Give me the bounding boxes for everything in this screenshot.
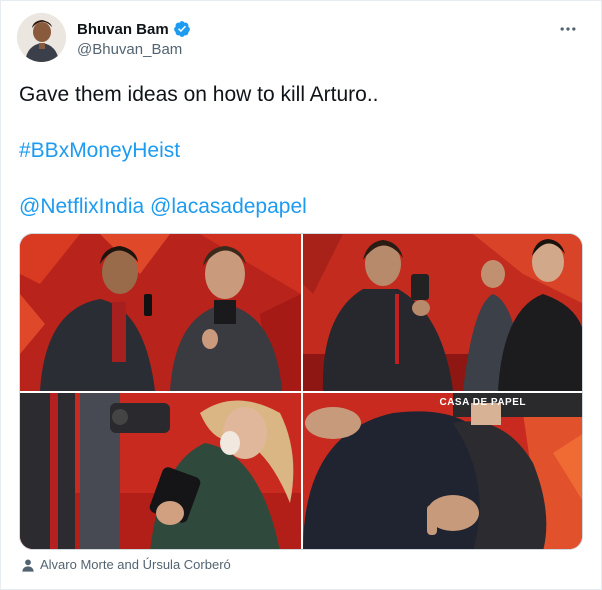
photo-2[interactable] xyxy=(303,234,582,391)
display-name-row: Bhuvan Bam xyxy=(77,19,191,39)
author-handle[interactable]: @Bhuvan_Bam xyxy=(77,41,191,58)
casa-de-papel-banner: CASA DE PAPEL xyxy=(439,397,526,408)
photo-3[interactable] xyxy=(20,393,301,549)
photo-1[interactable] xyxy=(20,234,301,391)
verified-badge-icon xyxy=(173,20,191,38)
avatar-photo xyxy=(17,13,66,62)
tweet-text: Gave them ideas on how to kill Arturo.. … xyxy=(19,81,579,221)
tweet-text-line: Gave them ideas on how to kill Arturo.. xyxy=(19,83,379,106)
more-horizontal-icon[interactable] xyxy=(557,19,579,39)
author-display-name[interactable]: Bhuvan Bam xyxy=(77,21,169,38)
hashtag-link[interactable]: #BBxMoneyHeist xyxy=(19,139,180,162)
mention-link-netflixindia[interactable]: @NetflixIndia xyxy=(19,195,144,218)
mention-link-lacasadepapel[interactable]: @lacasadepapel xyxy=(150,195,307,218)
tagged-people[interactable]: Alvaro Morte and Úrsula Corberó xyxy=(21,557,231,572)
tagged-people-label: Alvaro Morte and Úrsula Corberó xyxy=(40,557,231,572)
media-grid: CASA DE PAPEL xyxy=(19,233,583,550)
author-avatar[interactable] xyxy=(17,13,66,62)
photo-4[interactable]: CASA DE PAPEL xyxy=(303,393,582,549)
tweet-card[interactable]: Bhuvan Bam @Bhuvan_Bam Gave them ideas o… xyxy=(0,0,602,590)
author-names: Bhuvan Bam @Bhuvan_Bam xyxy=(77,19,191,58)
tweet-header: Bhuvan Bam @Bhuvan_Bam xyxy=(17,13,587,65)
person-icon xyxy=(21,558,35,572)
